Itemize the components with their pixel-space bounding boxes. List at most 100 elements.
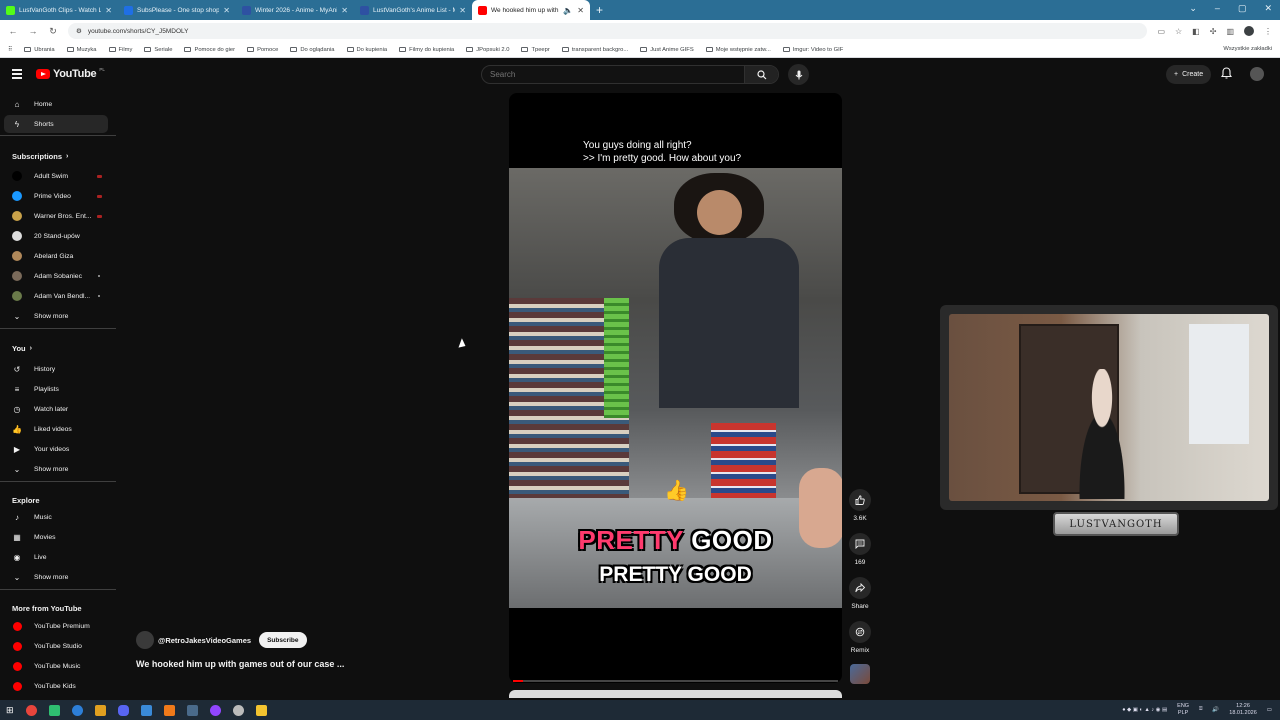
tab-close-icon[interactable]: ✕ [105,6,112,15]
subscription-item[interactable]: Adam Van Bendl... [4,287,108,305]
bookmark-item[interactable]: Pomoce do gier [184,47,235,53]
like-button[interactable] [849,489,871,511]
extensions-puzzle-icon[interactable]: ✣ [1210,27,1217,36]
chrome-taskbar-icon[interactable] [25,704,37,716]
subscription-item[interactable]: 20 Stand-upów [4,227,108,245]
profile-avatar[interactable] [1244,26,1254,36]
show-more-button[interactable]: ⌄ Show more [4,460,108,478]
sidebar-item-history[interactable]: ↺ History [4,360,108,378]
clock[interactable]: 12:26 18.01.2026 [1229,703,1257,716]
network-icon[interactable]: ⌸ [1199,706,1202,713]
bookmark-item[interactable]: Muzyka [66,47,97,53]
extension-icon[interactable]: ◧ [1192,27,1200,36]
browser-tab[interactable]: Winter 2026 - Anime - MyAnim ✕ [236,0,354,20]
tab-close-icon[interactable]: ✕ [459,6,466,15]
subscription-item[interactable]: Abelard Giza [4,247,108,265]
youtube-app-item[interactable]: YouTube Premium [4,617,108,635]
sidebar-item-shorts[interactable]: ϟ Shorts [4,115,108,133]
show-more-button[interactable]: ⌄ Show more [4,307,108,325]
close-window-icon[interactable]: ✕ [1264,3,1272,14]
subscriptions-heading[interactable]: Subscriptions › [12,152,68,161]
youtube-app-item[interactable]: YouTube Kids [4,677,108,695]
bookmark-item[interactable]: Filmy [108,47,132,53]
voice-search-button[interactable] [788,64,809,85]
shorts-video-player[interactable]: You guys doing all right? >> I'm pretty … [509,93,842,683]
tab-close-icon[interactable]: ✕ [223,6,230,15]
url-field[interactable]: ⚙ youtube.com/shorts/CY_J5MDOLY [68,23,1148,39]
sidepanel-icon[interactable]: ▥ [1226,27,1234,36]
account-avatar[interactable] [1250,67,1264,81]
more-from-youtube-heading[interactable]: More from YouTube [12,604,82,613]
volume-icon[interactable]: 🔊 [1212,707,1219,713]
minimize-icon[interactable]: – [1215,3,1220,14]
share-button[interactable] [849,577,871,599]
tray-icons[interactable]: ● ◆ ▣ ◐ ▲ ♪ ◉ ▤ [1122,707,1167,713]
bookmark-item[interactable]: Seriale [144,47,172,53]
apps-grid-icon[interactable]: ⠿ [8,47,12,53]
bookmark-item[interactable]: Tpeepr [521,47,550,53]
site-info-icon[interactable]: ⚙ [76,27,82,35]
sidebar-item-playlists[interactable]: ≡ Playlists [4,380,108,398]
sidebar-item-like[interactable]: 👍 Liked videos [4,420,108,438]
torrent-taskbar-icon[interactable] [94,704,106,716]
create-button[interactable]: + Create [1166,65,1212,84]
notifications-icon[interactable]: ▭ [1267,707,1272,713]
back-icon[interactable]: ← [8,26,18,36]
bookmark-star-icon[interactable]: ☆ [1175,27,1182,36]
youtube-app-item[interactable]: YouTube Studio [4,637,108,655]
tab-audio-icon[interactable]: 🔈 [563,6,573,15]
search-input[interactable] [482,70,744,79]
bookmark-item[interactable]: JPopsuki 2.0 [466,47,509,53]
channel-name[interactable]: @RetroJakesVideoGames [158,636,251,645]
menu-icon[interactable] [12,69,22,79]
sidebar-item-watch-later[interactable]: ◷ Watch later [4,400,108,418]
tab-search-icon[interactable]: ⌄ [1189,3,1197,14]
store-taskbar-icon[interactable] [140,704,152,716]
all-bookmarks[interactable]: Wszystkie zakładki [1220,46,1272,52]
forward-icon[interactable]: → [28,26,38,36]
video-progress-bar[interactable] [513,680,838,682]
app2-taskbar-icon[interactable] [232,704,244,716]
vlc-taskbar-icon[interactable] [163,704,175,716]
subscription-item[interactable]: Adam Sobaniec [4,267,108,285]
browser-tab[interactable]: We hooked him up with ga 🔈 ✕ [472,0,590,20]
short-title[interactable]: We hooked him up with games out of our c… [136,659,344,669]
discord-taskbar-icon[interactable] [117,704,129,716]
tab-close-icon[interactable]: ✕ [577,6,584,15]
bookmark-item[interactable]: Moje wstępnie zatw... [705,47,771,53]
subscription-item[interactable]: Adult Swim [4,167,108,185]
subscribe-button[interactable]: Subscribe [259,632,307,648]
new-tab-button[interactable]: + [596,3,603,17]
bookmark-item[interactable]: Pomoce [247,47,278,53]
file-explorer-taskbar-icon[interactable] [255,704,267,716]
language-indicator[interactable]: ENG PLP [1177,703,1189,716]
bookmark-item[interactable]: Imgur: Video to GIF [782,47,843,53]
maximize-icon[interactable]: ▢ [1238,3,1247,14]
notifications-bell-icon[interactable] [1221,67,1232,79]
comments-button[interactable] [849,533,871,555]
browser-menu-icon[interactable]: ⋮ [1264,27,1272,36]
start-icon[interactable]: ⊞ [6,705,14,716]
show-more-button[interactable]: ⌄ Show more [4,568,108,586]
bookmark-item[interactable]: Filmy do kupienia [399,47,454,53]
audio-source-thumbnail[interactable] [850,664,870,684]
subscription-item[interactable]: Prime Video [4,187,108,205]
search-button[interactable] [744,66,778,83]
browser-tab[interactable]: LustVanGoth's Anime List - My ✕ [354,0,472,20]
bookmark-item[interactable]: Just Anime GIFS [640,47,694,53]
sidebar-item-music[interactable]: ♪ Music [4,508,108,526]
youtube-logo[interactable]: YouTube PL [36,67,105,80]
bookmark-item[interactable]: Do kupienia [346,47,387,53]
next-short-preview[interactable] [509,690,842,698]
sidebar-item-live[interactable]: ◉ Live [4,548,108,566]
channel-avatar[interactable] [136,631,154,649]
bookmark-item[interactable]: Ubrania [24,47,55,53]
youtube-app-item[interactable]: YouTube Music [4,657,108,675]
remix-button[interactable] [849,621,871,643]
steam-taskbar-icon[interactable] [186,704,198,716]
you-heading[interactable]: You › [12,344,32,353]
edge-taskbar-icon[interactable] [71,704,83,716]
bookmark-item[interactable]: transparent backgro... [561,47,628,53]
app-taskbar-icon[interactable] [48,704,60,716]
sidebar-item-movies[interactable]: ▦ Movies [4,528,108,546]
